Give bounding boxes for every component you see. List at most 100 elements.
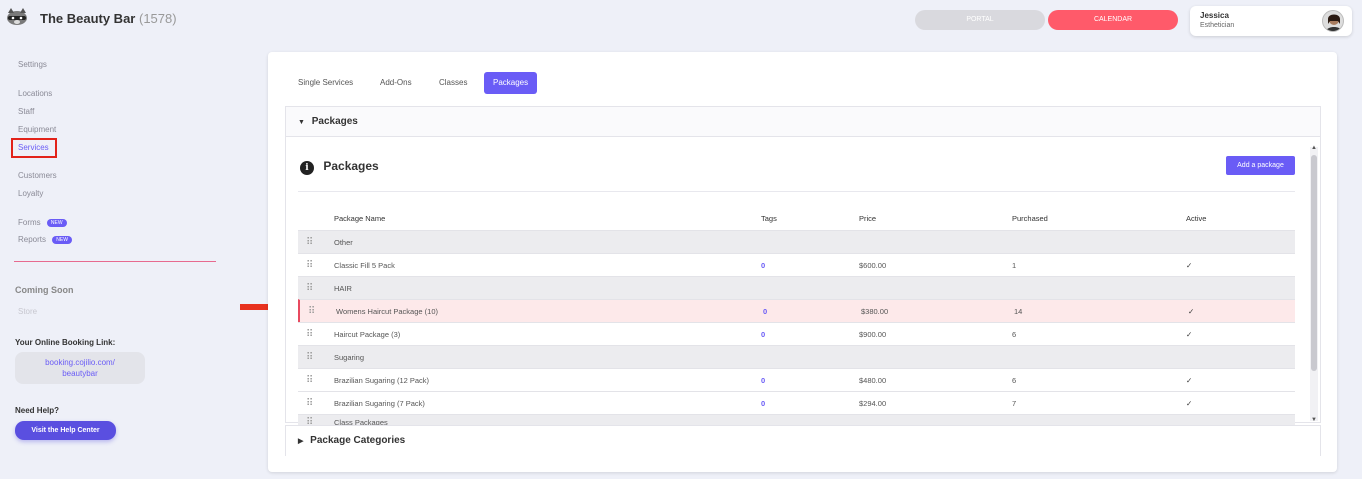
active-check-icon: ✓ (1188, 307, 1195, 316)
table-header: Package Name Tags Price Purchased Active (298, 207, 1295, 230)
packages-title: i Packages (300, 159, 379, 175)
user-role: Esthetician (1200, 22, 1235, 29)
column-header-tags[interactable]: Tags (761, 207, 777, 230)
package-categories-header[interactable]: ▶ Package Categories (286, 426, 1320, 456)
table-row[interactable]: ⠿ Classic Fill 5 Pack 0 $600.00 1 ✓ (298, 253, 1295, 276)
package-price: $294.00 (859, 399, 887, 408)
sidebar-item-store: Store (18, 307, 38, 316)
package-purchased: 14 (1014, 307, 1023, 316)
package-price: $900.00 (859, 330, 887, 339)
caret-down-icon: ▼ (298, 119, 305, 126)
package-price: $480.00 (859, 376, 887, 385)
table-row[interactable]: ⠿ Brazilian Sugaring (12 Pack) 0 $480.00… (298, 368, 1295, 391)
sidebar-item-reports[interactable]: Reports NEW (18, 235, 72, 244)
brand-title: The Beauty Bar (1578) (40, 11, 177, 26)
calendar-button[interactable]: CALENDAR (1048, 10, 1178, 30)
drag-handle-icon[interactable]: ⠿ (308, 300, 315, 323)
tab-classes[interactable]: Classes (430, 72, 476, 94)
scrollbar[interactable]: ▲ ▼ (1310, 145, 1318, 423)
drag-handle-icon[interactable]: ⠿ (306, 254, 313, 277)
sidebar-item-label: Reports (18, 235, 47, 244)
active-check-icon: ✓ (1186, 399, 1193, 408)
package-name: Brazilian Sugaring (7 Pack) (334, 399, 425, 408)
drag-handle-icon[interactable]: ⠿ (306, 231, 313, 254)
package-price: $600.00 (859, 261, 887, 270)
tab-add-ons[interactable]: Add-Ons (371, 72, 421, 94)
package-purchased: 7 (1012, 399, 1017, 408)
table-row-highlighted[interactable]: ⠿ Womens Haircut Package (10) 0 $380.00 … (298, 299, 1295, 322)
sidebar-item-equipment[interactable]: Equipment (18, 125, 56, 134)
user-avatar-icon (1325, 14, 1343, 31)
package-tags[interactable]: 0 (761, 392, 765, 415)
sidebar: Settings Locations Staff Equipment Servi… (0, 50, 230, 479)
package-tags[interactable]: 0 (761, 369, 765, 392)
drag-handle-icon[interactable]: ⠿ (306, 369, 313, 392)
sidebar-item-forms[interactable]: Forms NEW (18, 218, 67, 227)
new-badge: NEW (52, 235, 72, 244)
packages-accordion-header[interactable]: ▼ Packages (286, 107, 1320, 137)
package-tags[interactable]: 0 (761, 323, 765, 346)
package-price: $380.00 (861, 307, 889, 316)
info-icon[interactable]: i (300, 161, 314, 175)
scrollbar-thumb[interactable] (1311, 155, 1317, 371)
column-header-active[interactable]: Active (1186, 207, 1206, 230)
annotation-highlight-box (11, 138, 57, 158)
brand-count: (1578) (139, 11, 177, 26)
packages-accordion: ▼ Packages i Packages Add a package Pack… (285, 106, 1321, 428)
scroll-down-icon[interactable]: ▼ (1310, 417, 1318, 423)
raccoon-logo-icon (7, 8, 27, 25)
package-name: Classic Fill 5 Pack (334, 261, 395, 270)
table-group-row[interactable]: ⠿ Other (298, 230, 1295, 253)
add-package-button[interactable]: Add a package (1226, 156, 1295, 175)
coming-soon-heading: Coming Soon (15, 285, 74, 295)
table-group-row[interactable]: ⠿ HAIR (298, 276, 1295, 299)
packages-accordion-label: Packages (311, 116, 358, 127)
sidebar-item-staff[interactable]: Staff (18, 107, 34, 116)
top-bar: The Beauty Bar (1578) PORTAL CALENDAR Je… (0, 0, 1362, 40)
user-name: Jessica (1200, 11, 1229, 20)
tab-single-services[interactable]: Single Services (289, 72, 362, 94)
drag-handle-icon[interactable]: ⠿ (306, 277, 313, 300)
table-group-row[interactable]: ⠿ Sugaring (298, 345, 1295, 368)
drag-handle-icon[interactable]: ⠿ (306, 323, 313, 346)
table-row[interactable]: ⠿ Haircut Package (3) 0 $900.00 6 ✓ (298, 322, 1295, 345)
active-check-icon: ✓ (1186, 261, 1193, 270)
sidebar-item-loyalty[interactable]: Loyalty (18, 189, 43, 198)
group-name: Other (334, 238, 353, 247)
sidebar-item-settings[interactable]: Settings (18, 60, 47, 69)
brand-name: The Beauty Bar (40, 11, 136, 26)
new-badge: NEW (46, 218, 67, 227)
package-tags[interactable]: 0 (763, 300, 767, 323)
tab-packages[interactable]: Packages (484, 72, 538, 94)
caret-right-icon: ▶ (298, 438, 304, 445)
column-header-purchased[interactable]: Purchased (1012, 207, 1048, 230)
package-categories-accordion: ▶ Package Categories (285, 425, 1321, 456)
help-center-button[interactable]: Visit the Help Center (15, 421, 116, 440)
scroll-up-icon[interactable]: ▲ (1310, 145, 1318, 151)
package-name: Brazilian Sugaring (12 Pack) (334, 376, 430, 385)
booking-link[interactable]: booking.cojilio.com/ beautybar (15, 352, 145, 384)
column-header-price[interactable]: Price (859, 207, 876, 230)
sidebar-item-customers[interactable]: Customers (18, 171, 57, 180)
sidebar-item-label: Forms (18, 218, 41, 227)
active-check-icon: ✓ (1186, 330, 1193, 339)
table-row[interactable]: ⠿ Brazilian Sugaring (7 Pack) 0 $294.00 … (298, 391, 1295, 414)
packages-title-text: Packages (323, 159, 379, 173)
package-purchased: 1 (1012, 261, 1017, 270)
package-purchased: 6 (1012, 330, 1017, 339)
column-header-package-name[interactable]: Package Name (334, 207, 385, 230)
package-name: Womens Haircut Package (10) (336, 307, 438, 316)
group-name: HAIR (334, 284, 352, 293)
active-check-icon: ✓ (1186, 376, 1193, 385)
avatar[interactable] (1322, 10, 1344, 32)
package-name: Haircut Package (3) (334, 330, 401, 339)
drag-handle-icon[interactable]: ⠿ (306, 346, 313, 369)
portal-button[interactable]: PORTAL (915, 10, 1045, 30)
user-menu[interactable]: Jessica Esthetician (1190, 6, 1352, 36)
sidebar-item-locations[interactable]: Locations (18, 89, 52, 98)
group-name: Sugaring (334, 353, 365, 362)
package-categories-label: Package Categories (310, 435, 406, 446)
package-tags[interactable]: 0 (761, 254, 765, 277)
booking-link-line1: booking.cojilio.com/ (45, 358, 115, 367)
drag-handle-icon[interactable]: ⠿ (306, 392, 313, 415)
